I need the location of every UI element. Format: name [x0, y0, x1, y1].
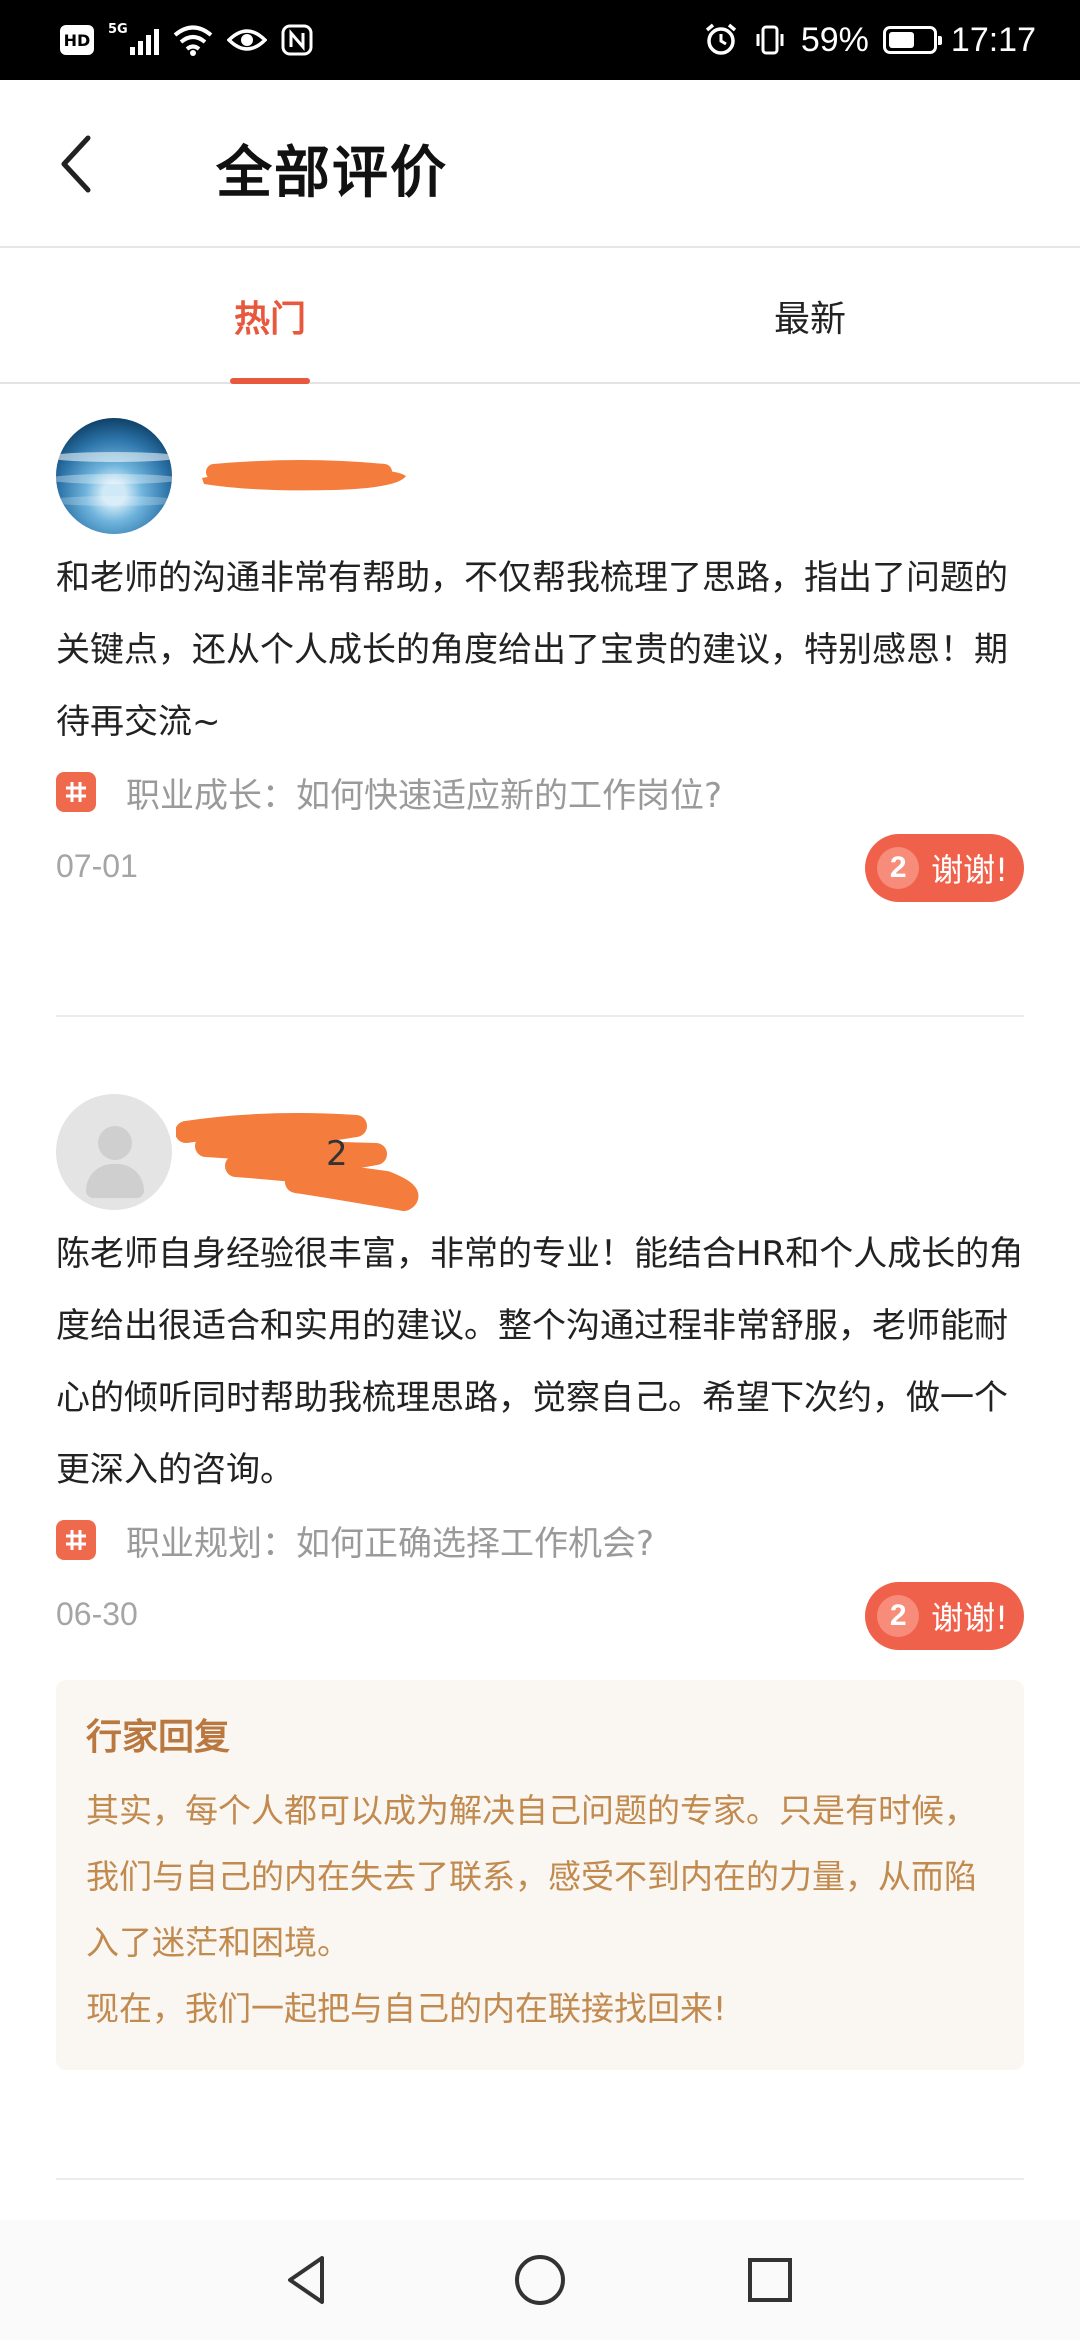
divider	[56, 2178, 1024, 2180]
circle-home-icon[interactable]	[508, 2248, 572, 2312]
active-tab-indicator	[230, 378, 310, 384]
divider	[56, 1015, 1024, 1017]
review-text: 陈老师自身经验很丰富，非常的专业！能结合HR和个人成长的角度给出很适合和实用的建…	[56, 1234, 1024, 1490]
expert-reply: 行家回复 其实，每个人都可以成为解决自己问题的专家。只是有时候，我们与自己的内在…	[56, 1680, 1024, 2070]
page-title: 全部评价	[216, 141, 448, 206]
hashtag-icon	[56, 1520, 96, 1560]
app-header: 全部评价	[0, 80, 1080, 248]
review-date: 06-30	[56, 1596, 138, 1632]
vibrate-icon	[756, 25, 784, 55]
system-nav-bar	[0, 2220, 1080, 2340]
review-card: 2 陈老师自身经验很丰富，非常的专业！能结合HR和个人成长的角度给出很适合和实用…	[56, 1094, 1024, 2070]
review-header	[56, 418, 1024, 538]
review-meta: 07-01 2 谢谢!	[56, 824, 1024, 914]
hd-badge: HD	[60, 25, 94, 55]
topic-label: 职业规划：如何正确选择工作机会?	[126, 1523, 655, 1564]
review-card: 和老师的沟通非常有帮助，不仅帮我梳理了思路，指出了问题的关键点，还从个人成长的角…	[56, 418, 1024, 914]
eye-icon	[227, 29, 267, 51]
battery-percent: 59%	[800, 20, 869, 59]
status-right: 59% 17:17	[703, 18, 1036, 62]
thanks-count: 2	[877, 847, 920, 889]
thanks-label: 谢谢!	[931, 1599, 1008, 1637]
tab-hot[interactable]: 热门	[180, 250, 360, 382]
reply-paragraph: 其实，每个人都可以成为解决自己问题的专家。只是有时候，我们与自己的内在失去了联系…	[86, 1791, 977, 1962]
signal-icon: 5G	[108, 22, 159, 55]
avatar[interactable]	[56, 1094, 172, 1210]
tab-bar: 热门 最新	[0, 250, 1080, 384]
topic-label: 职业成长：如何快速适应新的工作岗位?	[126, 775, 723, 816]
review-topic[interactable]: 职业成长：如何快速适应新的工作岗位?	[56, 760, 1024, 824]
review-meta: 06-30 2 谢谢!	[56, 1572, 1024, 1662]
nfc-icon	[281, 24, 313, 56]
network-type: 5G	[108, 22, 128, 37]
back-button[interactable]	[50, 124, 110, 204]
thanks-button[interactable]: 2 谢谢!	[865, 834, 1024, 902]
thanks-button[interactable]: 2 谢谢!	[865, 1582, 1024, 1650]
redacted-username	[176, 1113, 419, 1211]
avatar[interactable]	[56, 418, 172, 534]
review-text: 和老师的沟通非常有帮助，不仅帮我梳理了思路，指出了问题的关键点，还从个人成长的角…	[56, 558, 1008, 742]
battery-icon	[882, 26, 942, 54]
review-header: 2	[56, 1094, 1024, 1214]
status-bar: HD 5G 59% 17:17	[0, 0, 1080, 80]
triangle-back-icon[interactable]	[276, 2248, 340, 2312]
review-topic[interactable]: 职业规划：如何正确选择工作机会?	[56, 1508, 1024, 1572]
redacted-username	[202, 460, 406, 491]
clock: 17:17	[950, 20, 1036, 59]
tab-latest[interactable]: 最新	[720, 250, 900, 382]
reply-title: 行家回复	[86, 1717, 231, 1758]
reply-paragraph: 现在，我们一起把与自己的内在联接找回来!	[86, 1989, 727, 2028]
hashtag-icon	[56, 772, 96, 812]
review-date: 07-01	[56, 848, 138, 884]
alarm-icon	[705, 23, 736, 55]
thanks-count: 2	[877, 1595, 920, 1637]
square-recents-icon[interactable]	[738, 2248, 802, 2312]
username-fragment: 2	[326, 1134, 348, 1174]
thanks-label: 谢谢!	[931, 851, 1008, 889]
wifi-icon	[173, 25, 213, 56]
status-left: HD 5G	[60, 18, 313, 62]
